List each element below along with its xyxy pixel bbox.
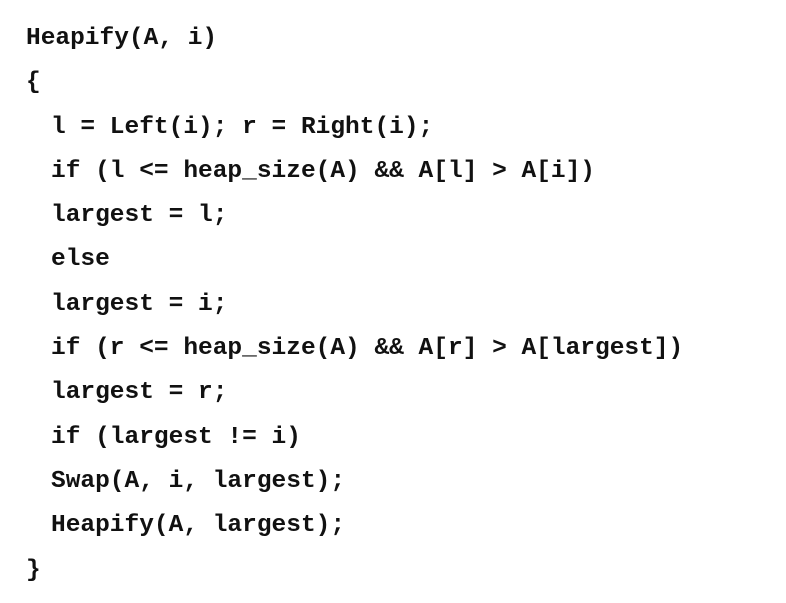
function-signature: Heapify(A, i) [26, 25, 218, 52]
code-line-largest-i: largest = i; [51, 290, 228, 318]
code-line-largest-right: largest = r; [51, 379, 228, 407]
code-line-children: l = Left(i); r = Right(i); [51, 113, 434, 141]
closing-brace: } [26, 556, 41, 584]
code-line-largest-left: largest = l; [51, 202, 228, 230]
code-line-if-right: if (r <= heap_size(A) && A[r] > A[larges… [51, 335, 684, 363]
code-line-recursive-call: Heapify(A, largest); [51, 512, 346, 540]
code-line-if-left: if (l <= heap_size(A) && A[l] > A[i]) [51, 157, 595, 185]
code-line-if-changed: if (largest != i) [51, 423, 301, 451]
code-line-swap: Swap(A, i, largest); [51, 467, 346, 495]
code-line-else: else [51, 246, 110, 274]
code-listing: Heapify(A, i) { l = Left(i); r = Right(i… [26, 17, 776, 593]
opening-brace: { [26, 69, 41, 97]
